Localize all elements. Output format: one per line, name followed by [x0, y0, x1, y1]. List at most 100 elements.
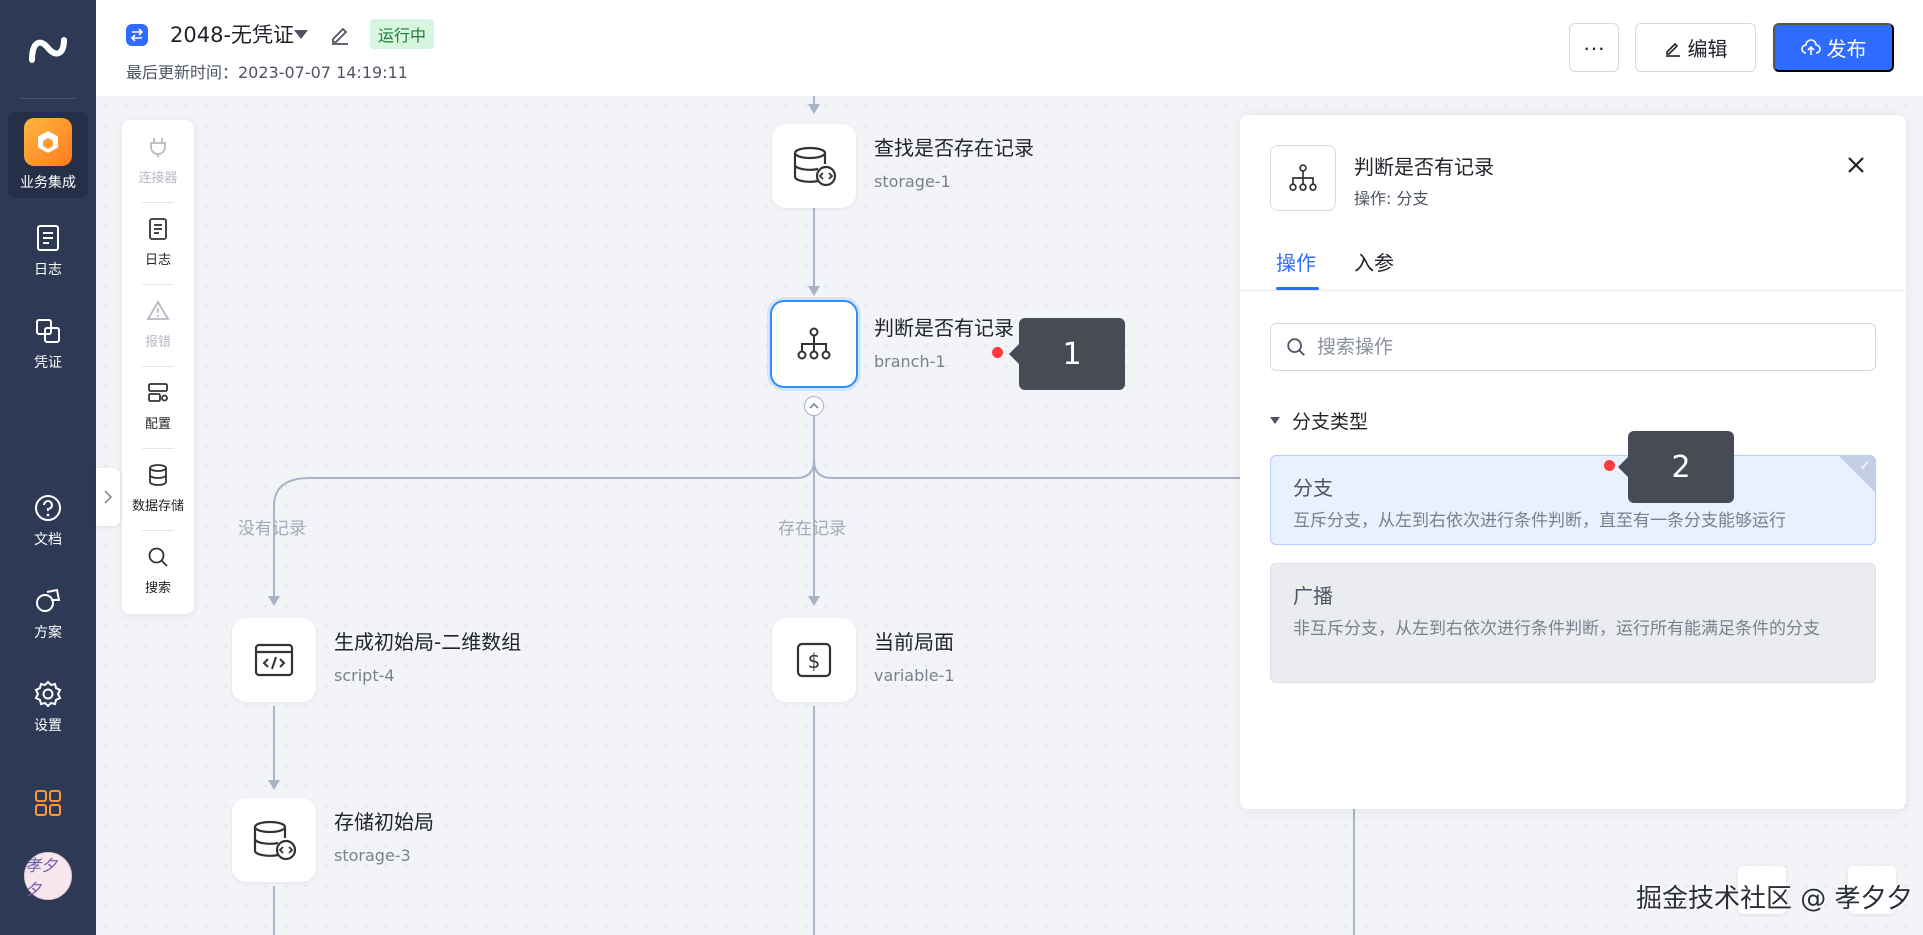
watermark: 掘金技术社区 @ 孝夕夕: [1636, 884, 1913, 914]
status-badge: 运行中: [370, 19, 435, 49]
tab-input-params[interactable]: 入参: [1354, 247, 1394, 276]
database-code-icon: [253, 820, 297, 861]
panel-subtitle: 操作: 分支: [1354, 189, 1429, 208]
expand-sidebar-button[interactable]: [96, 468, 120, 526]
annotation-marker-2: 2: [1618, 431, 1734, 503]
collapse-branch-button[interactable]: [804, 396, 824, 416]
check-icon: ✓: [1859, 458, 1871, 474]
code-window-icon: [254, 643, 294, 677]
svg-text:$: $: [808, 649, 821, 673]
search-icon: [148, 547, 168, 567]
option-branch[interactable]: ✓ 分支 互斥分支，从左到右依次进行条件判断，直至有一条分支能够运行: [1270, 455, 1876, 545]
nav-item-credential[interactable]: 凭证: [8, 301, 88, 387]
tab-divider: [1240, 290, 1906, 291]
last-updated: 最后更新时间：2023-07-07 14:19:11: [126, 63, 408, 82]
publish-button[interactable]: 发布: [1773, 23, 1894, 72]
search-icon: [1287, 338, 1305, 356]
avatar-text: 孝夕夕: [25, 856, 58, 899]
option-broadcast[interactable]: 广播 非互斥分支，从左到右依次进行条件判断，运行所有能满足条件的分支: [1270, 563, 1876, 683]
tool-data-storage[interactable]: 数据存储: [122, 448, 194, 528]
nav-item-business-integration[interactable]: 业务集成: [8, 112, 88, 198]
publish-label: 发布: [1826, 39, 1867, 61]
tool-search[interactable]: 搜索: [122, 530, 194, 610]
node-id: storage-1: [874, 172, 951, 191]
nav-item-solution[interactable]: 方案: [8, 571, 88, 657]
annotation-marker-1: 1: [1009, 318, 1125, 390]
nav-label: 设置: [34, 718, 62, 734]
operation-search-input[interactable]: [1317, 336, 1857, 358]
tool-error[interactable]: 报错: [122, 284, 194, 364]
option-description: 非互斥分支，从左到右依次进行条件判断，运行所有能满足条件的分支: [1293, 619, 1820, 639]
tab-operation[interactable]: 操作: [1276, 247, 1316, 276]
app-logo-icon[interactable]: [28, 30, 68, 70]
database-code-icon: [793, 146, 837, 187]
help-icon: [35, 495, 61, 521]
option-description: 互斥分支，从左到右依次进行条件判断，直至有一条分支能够运行: [1293, 511, 1786, 531]
tool-label: 连接器: [138, 170, 178, 186]
node-storage-3[interactable]: [232, 798, 316, 882]
panel-title: 判断是否有记录: [1354, 155, 1494, 179]
warning-icon: [146, 299, 170, 320]
branch-icon: [1289, 164, 1317, 191]
operation-search-box[interactable]: [1270, 323, 1876, 371]
database-icon: [149, 463, 167, 486]
tool-label: 数据存储: [131, 498, 184, 514]
branch-icon: [797, 327, 831, 360]
variable-dollar-icon: $: [796, 642, 832, 678]
flow-title: 2048-无凭证: [170, 23, 295, 47]
annotation-dot: [1604, 460, 1615, 471]
node-id: storage-3: [334, 846, 411, 865]
node-name: 查找是否存在记录: [874, 136, 1034, 160]
option-title: 广播: [1293, 584, 1333, 608]
node-name: 当前局面: [874, 630, 954, 654]
solution-icon: [36, 588, 61, 612]
edit-label: 编辑: [1687, 39, 1728, 61]
node-detail-panel: 判断是否有记录 操作: 分支 操作 入参 分支类型 ✓ 分支 互斥分支，从左到右…: [1240, 115, 1906, 809]
tool-label: 日志: [144, 252, 171, 268]
nav-item-log[interactable]: 日志: [8, 208, 88, 294]
more-button[interactable]: ···: [1569, 23, 1619, 72]
tool-label: 报错: [144, 334, 171, 350]
close-panel-button[interactable]: [1840, 149, 1872, 181]
cloud-upload-icon: [1800, 38, 1821, 55]
pencil-icon: [1665, 42, 1680, 57]
node-id: branch-1: [874, 352, 946, 371]
node-branch-1[interactable]: [770, 300, 858, 388]
tool-label: 搜索: [144, 580, 171, 596]
node-variable-1[interactable]: $: [772, 618, 856, 702]
nav-label: 凭证: [34, 355, 62, 371]
flow-icon: [126, 24, 148, 46]
nav-label: 方案: [34, 625, 62, 641]
tool-config[interactable]: 配置: [122, 366, 194, 446]
node-name: 生成初始局-二维数组: [334, 630, 522, 654]
chevron-up-icon: [809, 402, 819, 409]
apps-grid-icon[interactable]: [33, 788, 63, 818]
nav-divider: [20, 98, 76, 99]
option-title: 分支: [1293, 476, 1333, 500]
tools-palette: 连接器 日志 报错 配置 数据存储 搜索: [122, 120, 194, 614]
node-id: variable-1: [874, 666, 955, 685]
credential-icon: [36, 319, 60, 343]
nav-item-docs[interactable]: 文档: [8, 478, 88, 564]
close-icon: [1848, 157, 1864, 173]
tool-label: 配置: [144, 416, 171, 432]
marker-number: 1: [1062, 336, 1082, 372]
branch-type-section-header[interactable]: 分支类型: [1270, 407, 1368, 434]
tool-log[interactable]: 日志: [122, 202, 194, 282]
edit-button[interactable]: 编辑: [1635, 23, 1756, 72]
tool-connector[interactable]: 连接器: [122, 120, 194, 200]
chevron-down-icon[interactable]: [294, 30, 308, 39]
pencil-icon[interactable]: [328, 22, 352, 46]
nav-label: 日志: [34, 262, 62, 278]
node-name: 存储初始局: [334, 810, 434, 834]
nav-item-settings[interactable]: 设置: [8, 664, 88, 750]
node-script-4[interactable]: [232, 618, 316, 702]
node-storage-1[interactable]: [772, 124, 856, 208]
gear-icon: [34, 680, 62, 708]
nav-label: 文档: [34, 532, 62, 548]
avatar[interactable]: 孝夕夕: [24, 852, 72, 900]
edge-label-has-record: 存在记录: [778, 519, 846, 539]
log-icon: [37, 225, 59, 251]
chevron-right-icon: [104, 490, 112, 504]
edge-label-no-record: 没有记录: [238, 519, 306, 539]
